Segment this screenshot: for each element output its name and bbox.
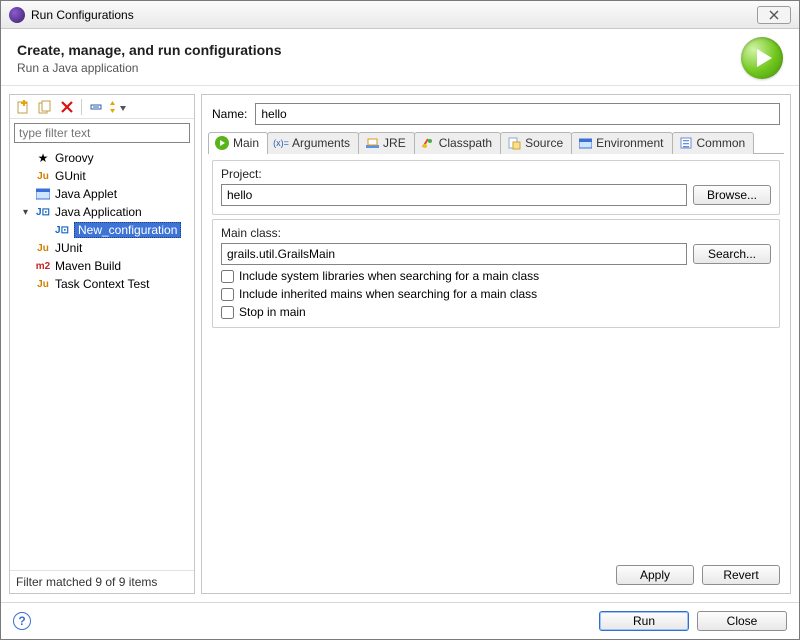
tree-item-groovy[interactable]: ★Groovy	[10, 149, 194, 167]
config-tree-panel: ★Groovy JuGUnit Java Applet ▾J⊡Java Appl…	[9, 94, 195, 594]
tab-main[interactable]: Main	[208, 132, 268, 154]
tree-item-java-application[interactable]: ▾J⊡Java Application	[10, 203, 194, 221]
help-icon: ?	[18, 614, 25, 628]
config-tabs: Main (x)=Arguments JRE Classpath Source …	[208, 131, 784, 154]
config-editor-panel: Name: Main (x)=Arguments JRE Classpath S…	[201, 94, 791, 594]
collapse-all-button[interactable]	[87, 98, 105, 116]
include-system-libs-check[interactable]: Include system libraries when searching …	[221, 269, 771, 283]
java-app-icon: J⊡	[35, 205, 51, 219]
new-config-button[interactable]	[14, 98, 32, 116]
apply-revert-row: Apply Revert	[202, 557, 790, 593]
task-icon: Ju	[35, 277, 51, 291]
tree-item-junit[interactable]: JuJUnit	[10, 239, 194, 257]
config-tree[interactable]: ★Groovy JuGUnit Java Applet ▾J⊡Java Appl…	[10, 147, 194, 570]
tab-common[interactable]: Common	[672, 132, 755, 154]
run-button[interactable]: Run	[599, 611, 689, 631]
filter-dropdown-button[interactable]	[109, 98, 127, 116]
browse-button[interactable]: Browse...	[693, 185, 771, 205]
tree-item-task-context-test[interactable]: JuTask Context Test	[10, 275, 194, 293]
jre-icon	[365, 136, 379, 150]
name-input[interactable]	[255, 103, 780, 125]
dialog-window: Run Configurations Create, manage, and r…	[0, 0, 800, 640]
help-button[interactable]: ?	[13, 612, 31, 630]
project-label: Project:	[221, 167, 771, 181]
applet-icon	[35, 187, 51, 201]
main-tab-icon	[215, 136, 229, 150]
tab-environment[interactable]: Environment	[571, 132, 672, 154]
gunit-icon: Ju	[35, 169, 51, 183]
header-title: Create, manage, and run configurations	[17, 42, 741, 58]
tree-item-new-configuration[interactable]: J⊡New_configuration	[10, 221, 194, 239]
window-title: Run Configurations	[31, 8, 134, 22]
arguments-icon: (x)=	[274, 136, 288, 150]
junit-icon: Ju	[35, 241, 51, 255]
titlebar[interactable]: Run Configurations	[1, 1, 799, 29]
tab-source[interactable]: Source	[500, 132, 572, 154]
tab-classpath[interactable]: Classpath	[414, 132, 501, 154]
maven-icon: m2	[35, 259, 51, 273]
groovy-icon: ★	[35, 151, 51, 165]
window-close-button[interactable]	[757, 6, 791, 24]
search-button[interactable]: Search...	[693, 244, 771, 264]
tab-jre[interactable]: JRE	[358, 132, 415, 154]
tree-item-maven-build[interactable]: m2Maven Build	[10, 257, 194, 275]
main-class-group: Main class: Search... Include system lib…	[212, 219, 780, 328]
header-subtitle: Run a Java application	[17, 61, 741, 75]
java-app-icon: J⊡	[54, 223, 70, 237]
source-icon	[507, 136, 521, 150]
delete-config-button[interactable]	[58, 98, 76, 116]
filter-box	[14, 123, 190, 143]
classpath-icon	[421, 136, 435, 150]
filter-status: Filter matched 9 of 9 items	[10, 570, 194, 593]
close-icon	[769, 10, 779, 20]
expand-toggle[interactable]: ▾	[20, 207, 31, 218]
stop-in-main-check[interactable]: Stop in main	[221, 305, 771, 319]
project-group: Project: Browse...	[212, 160, 780, 215]
revert-button[interactable]: Revert	[702, 565, 780, 585]
apply-button[interactable]: Apply	[616, 565, 694, 585]
duplicate-config-button[interactable]	[36, 98, 54, 116]
name-label: Name:	[212, 107, 247, 121]
project-input[interactable]	[221, 184, 687, 206]
close-button[interactable]: Close	[697, 611, 787, 631]
tab-arguments[interactable]: (x)=Arguments	[267, 132, 359, 154]
environment-icon	[578, 136, 592, 150]
filter-input[interactable]	[14, 123, 190, 143]
tree-item-java-applet[interactable]: Java Applet	[10, 185, 194, 203]
tab-main-body: Project: Browse... Main class: Search...…	[202, 154, 790, 557]
common-icon	[679, 136, 693, 150]
dialog-header: Create, manage, and run configurations R…	[1, 29, 799, 86]
delete-icon	[61, 101, 73, 113]
run-icon	[741, 37, 783, 79]
main-class-input[interactable]	[221, 243, 687, 265]
dialog-footer: ? Run Close	[1, 602, 799, 639]
tree-toolbar	[10, 95, 194, 119]
include-inherited-mains-check[interactable]: Include inherited mains when searching f…	[221, 287, 771, 301]
main-class-label: Main class:	[221, 226, 771, 240]
eclipse-icon	[9, 7, 25, 23]
tree-item-gunit[interactable]: JuGUnit	[10, 167, 194, 185]
